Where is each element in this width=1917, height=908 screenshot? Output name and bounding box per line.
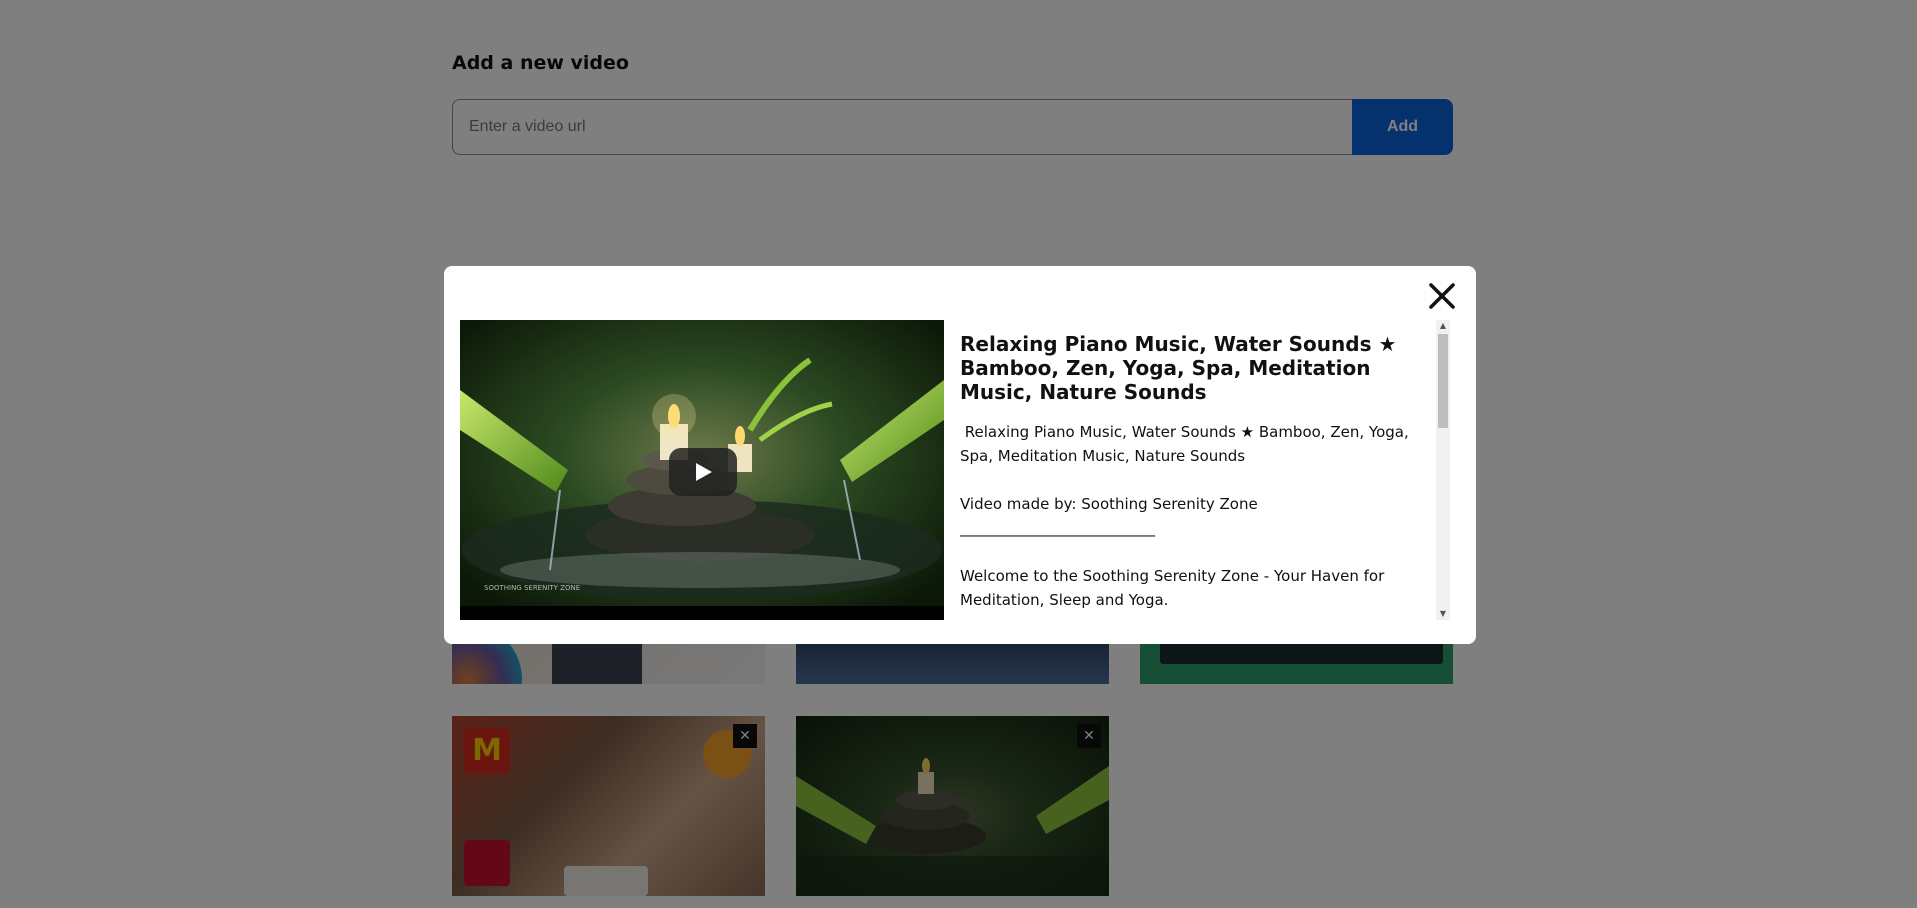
close-modal-button[interactable] <box>1424 278 1460 314</box>
video-details-modal: SOOTHING SERENITY ZONE Relaxing Piano Mu… <box>444 266 1476 644</box>
player-bottom-bar <box>460 606 944 620</box>
video-description: Relaxing Piano Music, Water Sounds ★ Bam… <box>960 423 1409 609</box>
scroll-up-arrow-icon[interactable]: ▲ <box>1436 320 1450 332</box>
play-icon <box>696 463 712 481</box>
scrollbar-thumb[interactable] <box>1438 334 1448 428</box>
video-player[interactable]: SOOTHING SERENITY ZONE <box>460 320 944 620</box>
play-button[interactable] <box>669 448 737 496</box>
video-title: Relaxing Piano Music, Water Sounds ★ Bam… <box>960 332 1397 404</box>
details-scrollbar[interactable]: ▲ ▼ <box>1436 320 1450 620</box>
video-details-panel[interactable]: Relaxing Piano Music, Water Sounds ★ Bam… <box>960 320 1450 620</box>
close-icon <box>1429 283 1455 309</box>
details-content: Relaxing Piano Music, Water Sounds ★ Bam… <box>960 320 1430 612</box>
scroll-down-arrow-icon[interactable]: ▼ <box>1436 608 1450 620</box>
player-watermark: SOOTHING SERENITY ZONE <box>484 584 581 592</box>
